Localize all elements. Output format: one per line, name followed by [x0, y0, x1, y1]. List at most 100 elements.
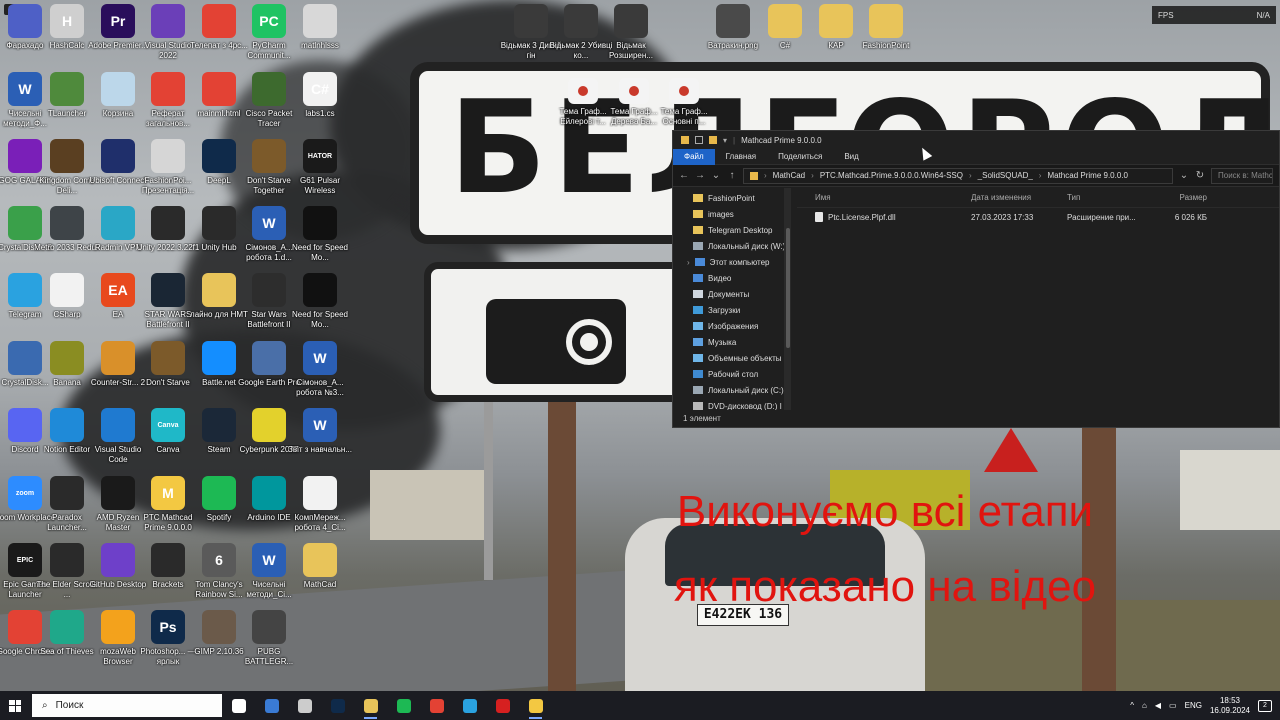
taskbar-app-spotify[interactable]: [387, 691, 420, 720]
desktop-icon[interactable]: matlnhlsss: [287, 4, 353, 70]
nav-item-images[interactable]: images: [673, 206, 784, 222]
breadcrumb-item[interactable]: _SolidSQUAD_: [978, 171, 1033, 180]
nav-item-документы[interactable]: Документы: [673, 286, 784, 302]
chevron-up-icon[interactable]: ^: [1130, 701, 1134, 710]
properties-icon[interactable]: [695, 136, 703, 144]
nav-item-объемные-объекты[interactable]: Объемные объекты: [673, 350, 784, 366]
breadcrumb-item[interactable]: Mathcad Prime 9.0.0.0: [1047, 171, 1127, 180]
taskbar-search[interactable]: ⌕ Поиск: [32, 694, 222, 717]
breadcrumb-item[interactable]: MathCad: [773, 171, 805, 180]
desktop-icon[interactable]: HATOR G61 Pulsar Wireless: [287, 139, 353, 205]
window-titlebar[interactable]: ▾ | Mathcad Prime 9.0.0.0: [673, 131, 1279, 149]
nav-item-локальный-диск-c[interactable]: Локальный диск (C:): [673, 382, 784, 398]
chevron-right-icon[interactable]: ›: [687, 258, 690, 267]
file-list-header: Имя Дата изменения Тип Размер: [797, 188, 1279, 208]
nav-item-рабочий-стол[interactable]: Рабочий стол: [673, 366, 784, 382]
desktop-icon[interactable]: W Сімонов_А... робота №3...: [287, 341, 353, 407]
desktop-icon[interactable]: PUBG BATTLEGR...: [236, 610, 302, 676]
new-folder-icon[interactable]: [709, 136, 717, 144]
forward-icon[interactable]: →: [695, 170, 705, 181]
nav-item-видео[interactable]: Видео: [673, 270, 784, 286]
app-icon: W: [252, 206, 286, 240]
notification-icon[interactable]: 2: [1258, 699, 1272, 712]
app-icon: [768, 4, 802, 38]
desktop-icon-label: Need for Speed Mo...: [291, 243, 349, 262]
tab-home[interactable]: Главная: [715, 149, 767, 165]
address-dropdown-icon[interactable]: ⌄: [1179, 170, 1189, 181]
language-indicator[interactable]: ENG: [1185, 701, 1202, 710]
network-icon[interactable]: ⌂: [1142, 701, 1147, 710]
nav-item-dvd-дисковод-d-i[interactable]: DVD-дисковод (D:) I: [673, 398, 784, 410]
start-button[interactable]: [0, 691, 30, 720]
tab-view[interactable]: Вид: [833, 149, 869, 165]
tab-file[interactable]: Файл: [673, 148, 715, 165]
desktop-icon[interactable]: Need for Speed Mo...: [287, 273, 353, 339]
taskbar-app-amd[interactable]: [486, 691, 519, 720]
desktop-icon-label: Need for Speed Mo...: [291, 310, 349, 329]
volume-icon[interactable]: ◀: [1155, 701, 1161, 710]
app-icon: [50, 72, 84, 106]
desktop-icon[interactable]: FashionPoint: [853, 4, 919, 70]
search-input[interactable]: Поиск в: Mathcad Prime 9.0.0.0: [1211, 167, 1273, 184]
breadcrumb-item[interactable]: PTC.Mathcad.Prime.9.0.0.0.Win64-SSQ: [820, 171, 963, 180]
app-icon: [101, 72, 135, 106]
app-icon: [151, 341, 185, 375]
desktop-icon[interactable]: W Звіт з навчальн...: [287, 408, 353, 474]
taskbar-app-widgets[interactable]: [255, 691, 288, 720]
navigation-pane[interactable]: FashionPoint images Telegram Desktop Локаль…: [673, 188, 785, 410]
app-icon: [50, 543, 84, 577]
file-row[interactable]: Ptc.License.Plpf.dll 27.03.2023 17:33 Ра…: [797, 208, 1279, 226]
windows-logo-icon: [9, 699, 21, 712]
nav-item-локальный-диск-w[interactable]: Локальный диск (W:): [673, 238, 784, 254]
folder-icon: [693, 226, 703, 234]
nav-item-этот-компьютер[interactable]: › Этот компьютер: [673, 254, 784, 270]
column-name[interactable]: Имя: [797, 193, 971, 202]
clock-date: 16.09.2024: [1209, 705, 1250, 715]
nav-item-telegram-desktop[interactable]: Telegram Desktop: [673, 222, 784, 238]
taskbar-app-explorer[interactable]: [354, 691, 387, 720]
quick-access-dropdown-icon[interactable]: ▾: [723, 136, 727, 145]
nav-item-fashionpoint[interactable]: FashionPoint: [673, 190, 784, 206]
desktop-icon[interactable]: Відьмак Розширен...: [598, 4, 664, 70]
app-icon: [202, 476, 236, 510]
app-icon: [252, 139, 286, 173]
file-explorer-window[interactable]: ▾ | Mathcad Prime 9.0.0.0 Файл Главная П…: [672, 130, 1280, 428]
desktop-icon[interactable]: MathCad: [287, 543, 353, 609]
app-icon: Ps: [151, 610, 185, 644]
desktop-icon[interactable]: КомпМереж... робота 4_Ci...: [287, 476, 353, 542]
refresh-icon[interactable]: ↻: [1195, 170, 1205, 181]
desktop-icon[interactable]: C# labs1.cs: [287, 72, 353, 138]
desktop-icon: [693, 370, 703, 378]
tab-share[interactable]: Поделиться: [767, 149, 833, 165]
unity-icon: [297, 698, 312, 713]
taskbar-app-unity[interactable]: [288, 691, 321, 720]
taskbar-app-mathcad[interactable]: [519, 691, 552, 720]
taskbar-app-chrome[interactable]: [420, 691, 453, 720]
taskbar-app-deepl[interactable]: [321, 691, 354, 720]
battery-icon[interactable]: ▭: [1169, 701, 1177, 710]
nav-item-музыка[interactable]: Музыка: [673, 334, 784, 350]
file-name: Ptc.License.Plpf.dll: [828, 212, 896, 222]
desktop-icon[interactable]: Need for Speed Mo...: [287, 206, 353, 272]
nav-item-загрузки[interactable]: Загрузки: [673, 302, 784, 318]
app-icon: [50, 206, 84, 240]
camera-icon: [486, 299, 626, 384]
taskbar-app-task-view[interactable]: [222, 691, 255, 720]
back-icon[interactable]: ←: [679, 170, 689, 181]
navigation-scrollbar[interactable]: [785, 188, 791, 410]
up-icon[interactable]: ↑: [727, 170, 737, 181]
address-bar[interactable]: › MathCad › PTC.Mathcad.Prime.9.0.0.0.Wi…: [743, 167, 1173, 184]
taskbar-clock[interactable]: 18:53 16.09.2024: [1210, 696, 1250, 716]
column-date[interactable]: Дата изменения: [971, 193, 1067, 202]
pictures-icon: [693, 322, 703, 330]
nav-item-label: Рабочий стол: [708, 369, 759, 379]
recent-dropdown-icon[interactable]: ⌄: [711, 170, 721, 181]
app-icon: [101, 543, 135, 577]
column-size[interactable]: Размер: [1147, 193, 1208, 202]
taskbar-app-telegram[interactable]: [453, 691, 486, 720]
nav-item-label: Изображения: [708, 321, 759, 331]
app-icon: [869, 4, 903, 38]
app-icon: [151, 273, 185, 307]
nav-item-изображения[interactable]: Изображения: [673, 318, 784, 334]
column-type[interactable]: Тип: [1067, 193, 1147, 202]
